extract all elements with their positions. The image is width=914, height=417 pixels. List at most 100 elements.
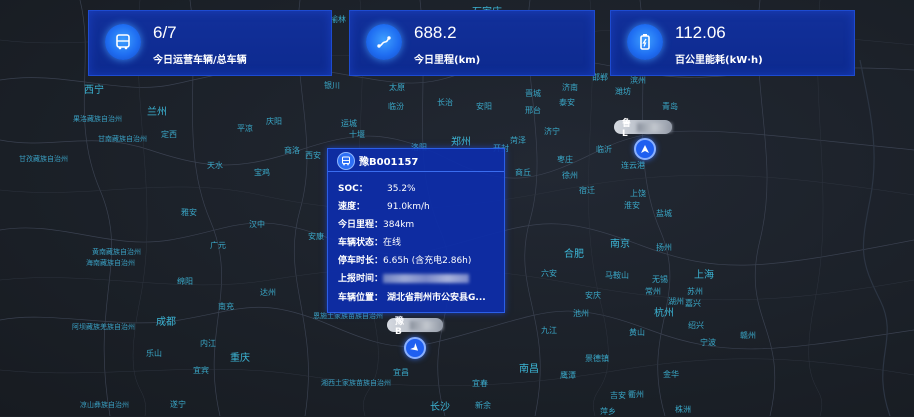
city-label: 菏泽 — [510, 136, 526, 145]
city-label: 南充 — [218, 302, 234, 311]
plate-masked — [410, 320, 443, 330]
row-value: 在线 — [383, 238, 402, 248]
city-label: 苏州 — [687, 287, 703, 296]
popup-row-soc: SOC： 35.2% — [338, 181, 416, 194]
city-label: 汉中 — [249, 220, 265, 229]
popup-header: 豫B001157 — [328, 149, 504, 172]
city-label: 兰州 — [147, 107, 167, 118]
row-value: 6.65h (含充电2.86h) — [383, 256, 472, 266]
city-label: 晋城 — [525, 89, 541, 98]
city-label: 绵阳 — [177, 277, 193, 286]
popup-row-speed: 速度： 91.0km/h — [338, 199, 430, 212]
city-label: 上海 — [694, 270, 714, 281]
city-label: 十堰 — [349, 130, 365, 139]
city-label: 内江 — [200, 339, 216, 348]
city-label: 邢台 — [525, 106, 541, 115]
navigation-arrow-icon — [410, 343, 419, 351]
city-label: 黄南藏族自治州 — [92, 248, 141, 256]
city-label: 湖州 — [668, 297, 684, 306]
city-label: 达州 — [260, 288, 276, 297]
city-label: 榆林 — [330, 15, 346, 24]
stat-label: 今日运营车辆/总车辆 — [153, 55, 247, 66]
popup-row-location: 车辆位置： 湖北省荆州市公安县G... — [338, 290, 486, 303]
row-key: 车辆位置： — [338, 293, 384, 303]
plate-prefix: 豫B — [395, 316, 405, 337]
city-label: 宜宾 — [193, 366, 209, 375]
city-label: 湘西土家族苗族自治州 — [321, 379, 391, 387]
city-label: 广元 — [210, 241, 226, 250]
city-label: 甘南藏族自治州 — [98, 135, 147, 143]
city-label: 常州 — [645, 287, 661, 296]
city-label: 连云港 — [621, 161, 645, 170]
row-key: 今日里程： — [338, 220, 384, 230]
city-label: 定西 — [161, 130, 177, 139]
stat-value: 112.06 — [675, 23, 726, 42]
city-label: 西宁 — [84, 85, 104, 96]
city-label: 临沂 — [596, 145, 612, 154]
row-key: 速度： — [338, 202, 366, 212]
stat-label: 百公里能耗(kW·h) — [675, 55, 763, 66]
city-label: 长治 — [437, 98, 453, 107]
city-label: 阿坝藏族羌族自治州 — [72, 323, 135, 331]
city-label: 安庆 — [585, 291, 601, 300]
city-label: 衢州 — [628, 390, 644, 399]
row-key: 车辆状态： — [338, 238, 384, 248]
city-label: 天水 — [207, 161, 223, 170]
navigation-arrow-icon — [641, 145, 649, 153]
city-label: 宝鸡 — [254, 168, 270, 177]
city-label: 六安 — [541, 269, 557, 278]
vehicle-info-popup: 豫B001157 SOC： 35.2% 速度： 91.0km/h 今日里程：384k… — [327, 148, 505, 313]
city-label: 宿迁 — [579, 186, 595, 195]
stat-card-vehicles: 6/7 今日运营车辆/总车辆 — [88, 10, 332, 76]
plate-masked — [636, 122, 672, 132]
vehicle-plate-label[interactable]: 鲁L — [614, 119, 672, 139]
city-label: 青岛 — [662, 102, 678, 111]
city-label: 郑州 — [451, 137, 471, 148]
city-label: 徐州 — [562, 171, 578, 180]
route-icon — [366, 24, 402, 60]
stat-card-mileage: 688.2 今日里程(km) — [349, 10, 595, 76]
city-label: 九江 — [541, 326, 557, 335]
city-label: 黄山 — [629, 328, 645, 337]
city-label: 赣州 — [740, 331, 756, 340]
city-label: 萍乡 — [600, 407, 616, 416]
stat-value: 6/7 — [153, 23, 177, 42]
city-label: 乐山 — [146, 349, 162, 358]
city-label: 运城 — [341, 119, 357, 128]
city-label: 宜春 — [472, 379, 488, 388]
city-label: 合肥 — [564, 249, 584, 260]
city-label: 淮安 — [624, 201, 640, 210]
vehicle-marker[interactable] — [634, 138, 656, 160]
city-label: 泰安 — [559, 98, 575, 107]
popup-row-mileage: 今日里程：384km — [338, 217, 414, 230]
city-label: 扬州 — [656, 243, 672, 252]
vehicle-marker[interactable] — [404, 337, 426, 359]
city-label: 滨州 — [630, 76, 646, 85]
plate-prefix: 鲁L — [622, 118, 632, 139]
city-label: 凉山彝族自治州 — [80, 401, 129, 409]
row-key: 停车时长： — [338, 256, 384, 266]
city-label: 平凉 — [237, 124, 253, 133]
vehicle-plate-label[interactable]: 豫B — [387, 317, 443, 337]
city-label: 庆阳 — [266, 117, 282, 126]
city-label: 宁波 — [700, 338, 716, 347]
city-label: 临汾 — [388, 102, 404, 111]
city-label: 济南 — [562, 83, 578, 92]
city-label: 潍坊 — [615, 87, 631, 96]
city-label: 遂宁 — [170, 400, 186, 409]
city-label: 银川 — [324, 81, 340, 90]
city-label: 成都 — [156, 317, 176, 328]
city-label: 嘉兴 — [685, 299, 701, 308]
city-label: 长沙 — [430, 402, 450, 413]
city-label: 重庆 — [230, 353, 250, 364]
city-label: 鹰潭 — [560, 371, 576, 380]
city-label: 济宁 — [544, 127, 560, 136]
popup-row-status: 车辆状态：在线 — [338, 235, 401, 248]
row-key: SOC： — [338, 184, 368, 194]
city-label: 果洛藏族自治州 — [73, 115, 122, 123]
masked-value — [383, 274, 470, 283]
city-label: 甘孜藏族自治州 — [19, 155, 68, 163]
popup-title: 豫B001157 — [359, 157, 419, 168]
city-label: 枣庄 — [557, 155, 573, 164]
city-label: 安康 — [308, 232, 324, 241]
